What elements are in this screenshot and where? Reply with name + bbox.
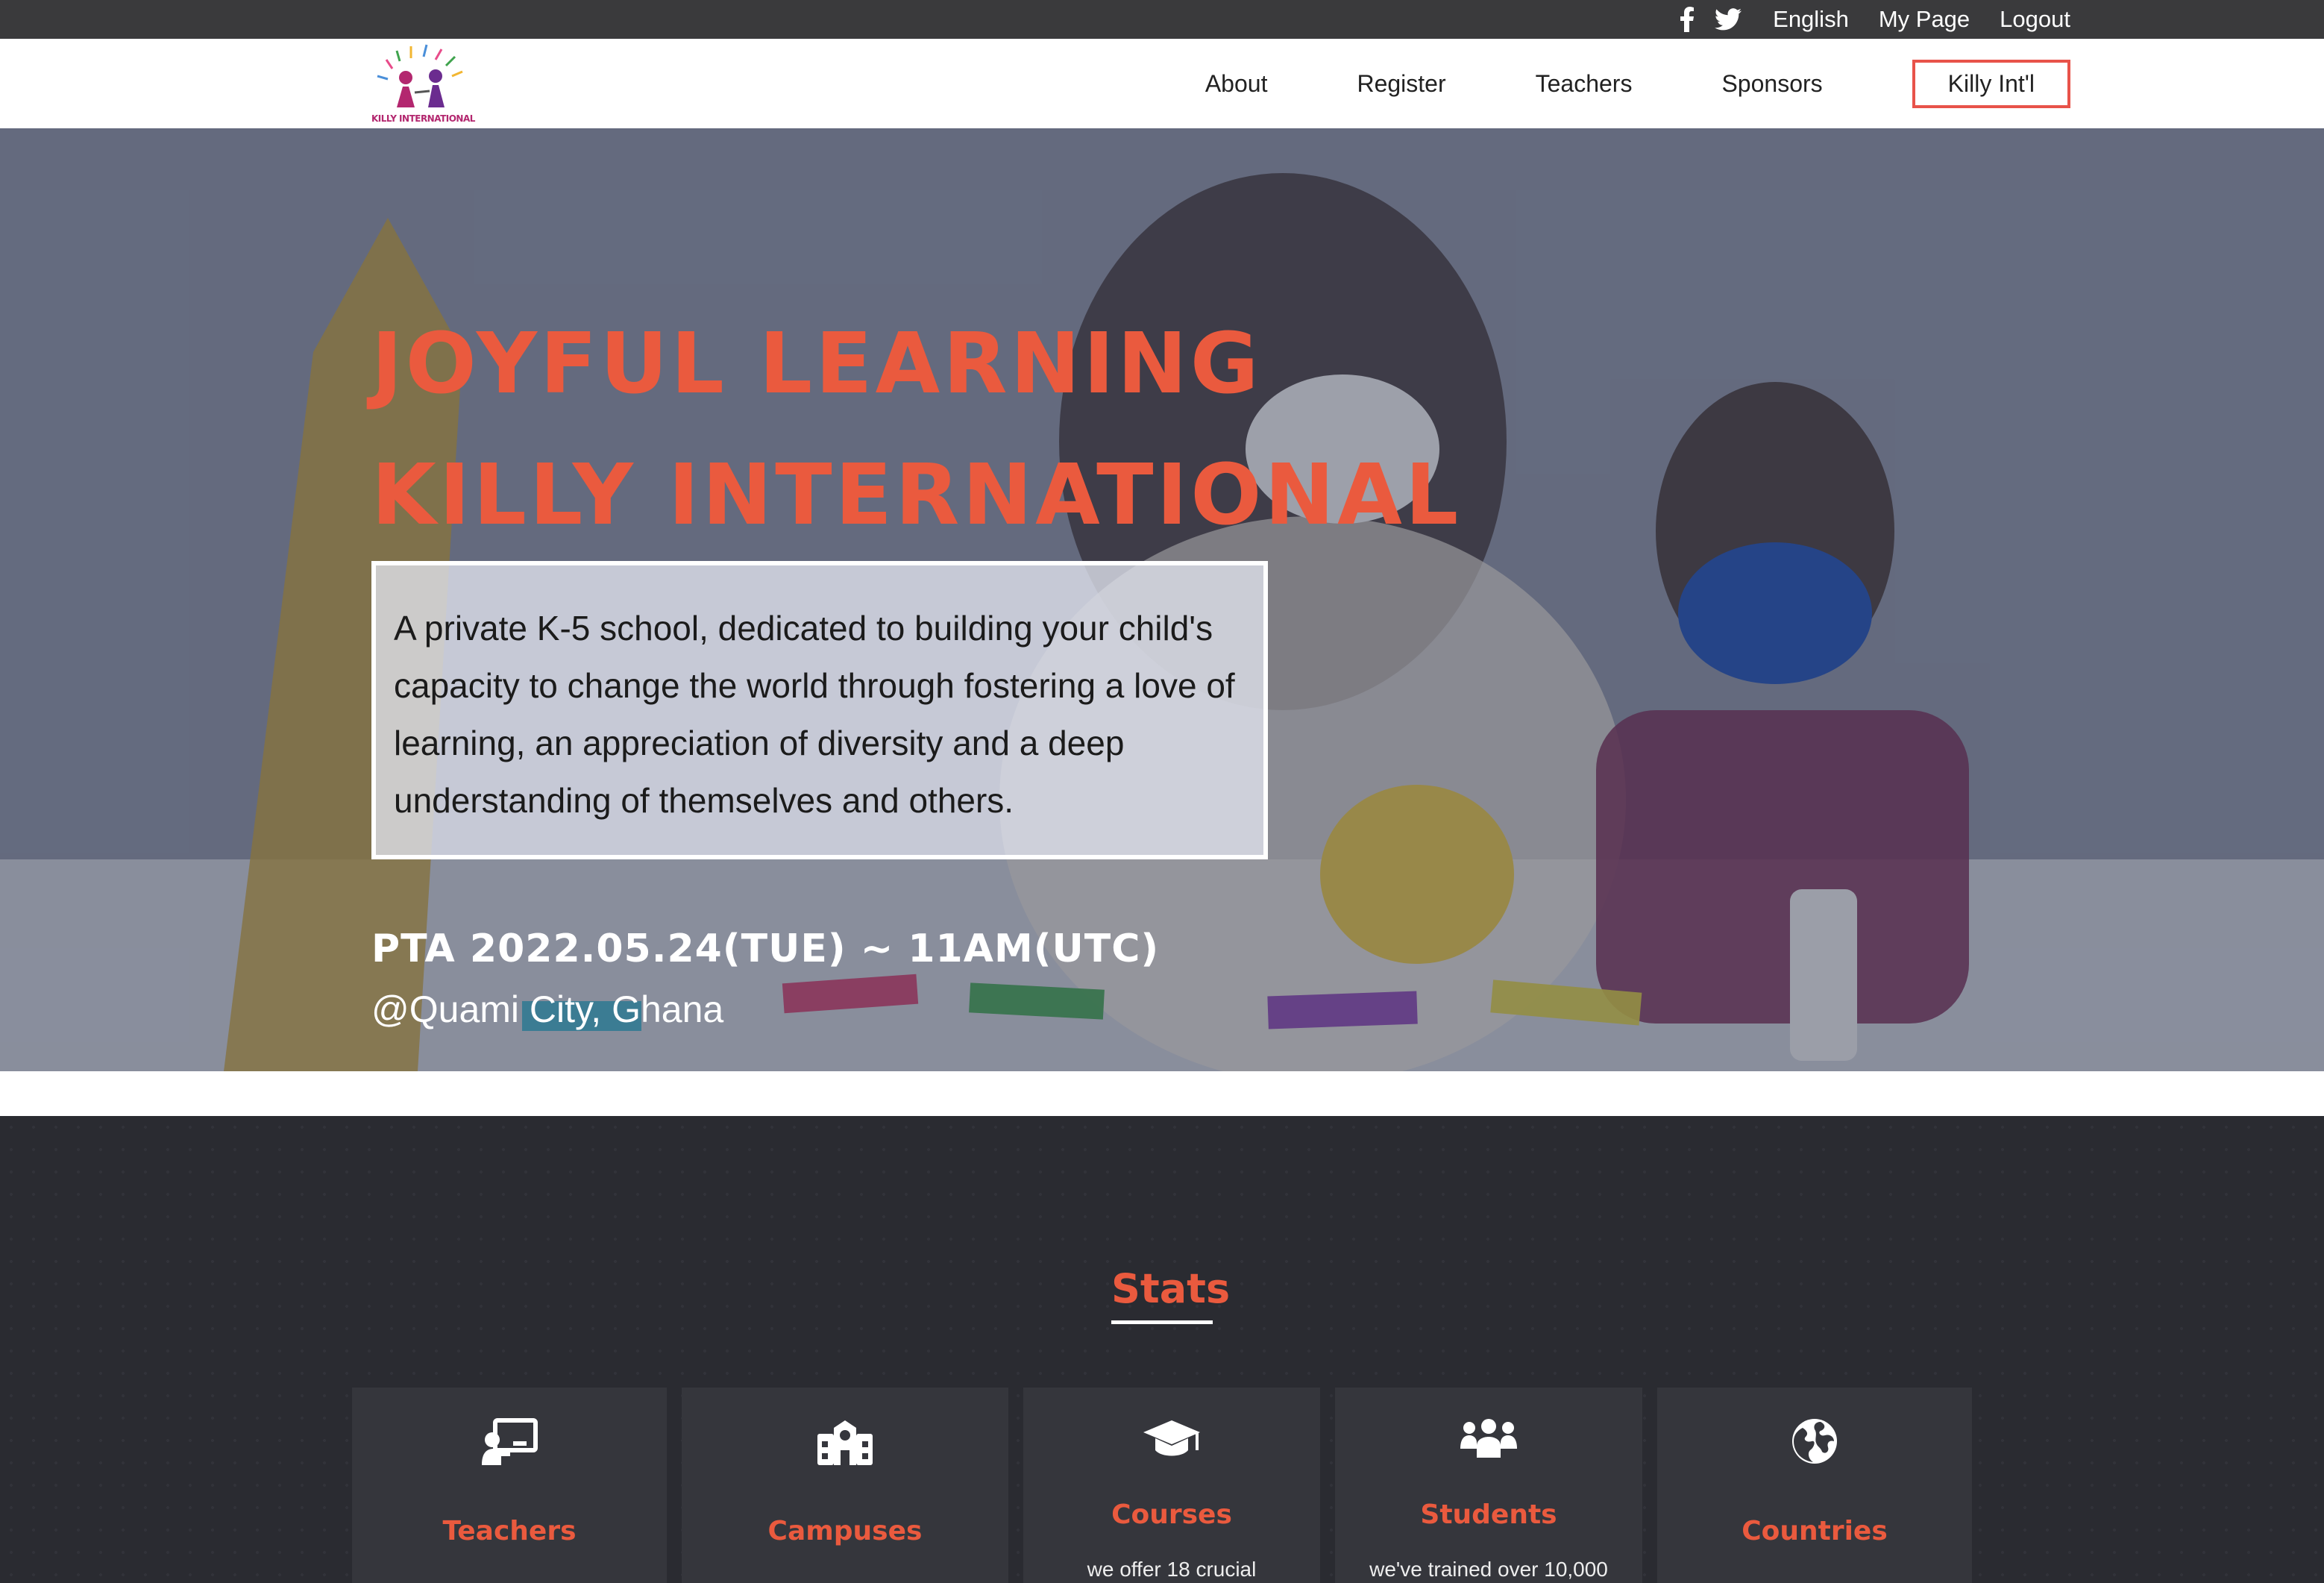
nav-register[interactable]: Register [1357, 70, 1445, 98]
nav-about[interactable]: About [1205, 70, 1268, 98]
teacher-board-icon [352, 1417, 667, 1474]
twitter-icon[interactable] [1715, 0, 1742, 39]
hero-title-line2: KILLY INTERNATIONAL [371, 447, 1462, 544]
stat-card-students: Students we've trained over 10,000 [1335, 1388, 1642, 1583]
stats-title-underline [1111, 1320, 1213, 1324]
nav-teachers[interactable]: Teachers [1536, 70, 1633, 98]
facebook-icon[interactable] [1680, 0, 1695, 39]
stat-label-teachers: Teachers [442, 1516, 577, 1546]
stat-label-campuses: Campuses [767, 1516, 923, 1546]
hero-description: A private K-5 school, dedicated to build… [394, 609, 1235, 820]
pta-event: PTA 2022.05.24(TUE) ~ 11AM(UTC) [371, 927, 1160, 971]
stat-label-countries: Countries [1742, 1516, 1888, 1546]
top-utility-links: English My Page Logout [1680, 0, 2070, 39]
stat-card-courses: Courses we offer 18 crucial [1023, 1388, 1320, 1583]
stats-section: Stats Teachers Campuses Courses we offer… [0, 1116, 2324, 1583]
stat-sub-students: we've trained over 10,000 [1369, 1558, 1608, 1581]
section-divider [0, 1071, 2324, 1116]
social-links [1680, 0, 1742, 39]
killy-intl-button[interactable]: Killy Int'l [1912, 59, 2070, 108]
stat-card-campuses: Campuses [682, 1388, 1008, 1583]
language-link[interactable]: English [1773, 0, 1849, 39]
hero-title-line1: JOYFUL LEARNING [371, 316, 1262, 413]
logout-link[interactable]: Logout [2000, 0, 2070, 39]
stat-card-countries: Countries [1657, 1388, 1972, 1583]
stat-card-teachers: Teachers [352, 1388, 667, 1583]
logo-text: KILLY INTERNATIONAL [371, 113, 475, 124]
event-location: @Quami City, Ghana [371, 988, 724, 1030]
nav-sponsors[interactable]: Sponsors [1721, 70, 1822, 98]
graduation-cap-icon [1023, 1417, 1320, 1474]
hero-description-box: A private K-5 school, dedicated to build… [371, 561, 1268, 859]
stats-title: Stats [1111, 1265, 1231, 1312]
stat-label-courses: Courses [1111, 1499, 1232, 1530]
site-logo[interactable]: KILLY INTERNATIONAL [370, 39, 475, 127]
stat-sub-courses: we offer 18 crucial [1087, 1558, 1257, 1581]
top-utility-bar: English My Page Logout [0, 0, 2324, 39]
main-navbar: KILLY INTERNATIONAL About Register Teach… [0, 39, 2324, 128]
hero-banner: JOYFUL LEARNING KILLY INTERNATIONAL A pr… [0, 128, 2324, 1071]
my-page-link[interactable]: My Page [1879, 0, 1970, 39]
globe-icon [1657, 1417, 1972, 1474]
stat-label-students: Students [1420, 1499, 1557, 1530]
primary-nav: About Register Teachers Sponsors Killy I… [1116, 39, 2070, 128]
people-group-icon [1335, 1417, 1642, 1474]
school-building-icon [682, 1417, 1008, 1474]
